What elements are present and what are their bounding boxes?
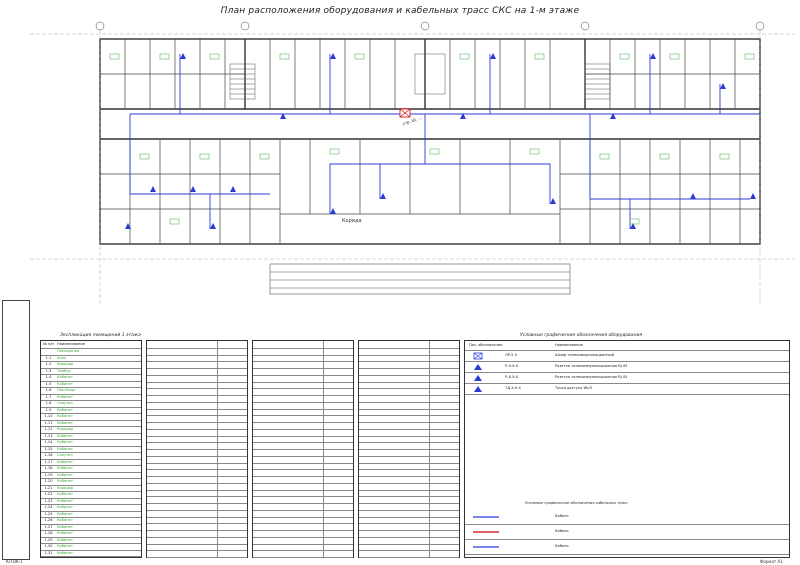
cable-legend-text: Кабель	[555, 514, 569, 518]
outlet-icon	[474, 363, 482, 370]
schedule-table-4	[358, 340, 460, 558]
cable-legend-item: Кабель	[465, 509, 789, 525]
table-divider	[429, 341, 430, 557]
cabinet-icon	[473, 352, 483, 359]
floor-plan	[30, 21, 795, 304]
table-cell: 1.31	[44, 550, 53, 555]
legend-item: ТД-Х.Х.Х Точка доступа Wi-Fi	[465, 383, 789, 395]
table-row	[359, 550, 459, 558]
left-stamp	[2, 300, 30, 560]
sheet-left-bottom: КЛ ВК-1	[6, 559, 23, 564]
table-divider	[217, 341, 218, 557]
table-divider	[323, 341, 324, 557]
cable-line-icon	[473, 531, 499, 533]
drawing-sheet: План расположения оборудования и кабельн…	[0, 0, 800, 565]
table-row	[147, 550, 247, 558]
legend-text: Розетка телекоммуникационная RJ-45	[555, 375, 628, 379]
schedule-table-2	[146, 340, 248, 558]
cable-legend-text: Кабель	[555, 544, 569, 548]
room-table-title: Экспликация помещений 1 этажа	[60, 333, 141, 338]
sheet-right-bottom: Формат А1	[760, 559, 783, 564]
legend-header-cell: Наименование	[555, 343, 583, 347]
outlet-icon	[474, 374, 482, 381]
legend-text: Точка доступа Wi-Fi	[555, 386, 593, 390]
access-point-icon	[474, 385, 482, 392]
legend-text: Шкаф телекоммуникационный	[555, 353, 615, 357]
table-cell: Кабинет	[57, 550, 73, 555]
legend-code: ЛР-5.5	[505, 353, 517, 357]
room-table-header-cell: № п/п	[43, 342, 54, 346]
cable-legend-item: Кабель	[465, 539, 789, 555]
legend-table: Поз. обозначение Наименование ЛР-5.5 Шкаф т…	[464, 340, 790, 558]
cable-legend-title: Условные графические обозначения кабельн…	[525, 501, 628, 505]
legend-code: ТД-Х.Х.Х	[505, 386, 521, 390]
legend-text: Розетка телекоммуникационная RJ-45	[555, 364, 628, 368]
legend-header-cell: Поз. обозначение	[469, 343, 503, 347]
legend-title: Условные графические обозначения оборудо…	[520, 333, 643, 338]
schedule-table-3	[252, 340, 354, 558]
street-label: Корида	[342, 218, 362, 224]
cable-legend-text: Кабель	[555, 529, 569, 533]
cable-legend-item: Кабель	[465, 524, 789, 540]
table-row	[253, 550, 353, 558]
table-row: 1.31 Кабинет	[41, 550, 141, 557]
legend-code: Р-Х.Х.Х	[505, 375, 519, 379]
room-table: № п/п Наименование Помещения 1.1 Холл 1.2 Кори…	[40, 340, 142, 558]
cable-line-icon	[473, 516, 499, 518]
legend-code: Р-Х.Х.Х	[505, 364, 519, 368]
room-table-header-cell: Наименование	[57, 342, 85, 346]
cable-line-icon	[473, 546, 499, 548]
